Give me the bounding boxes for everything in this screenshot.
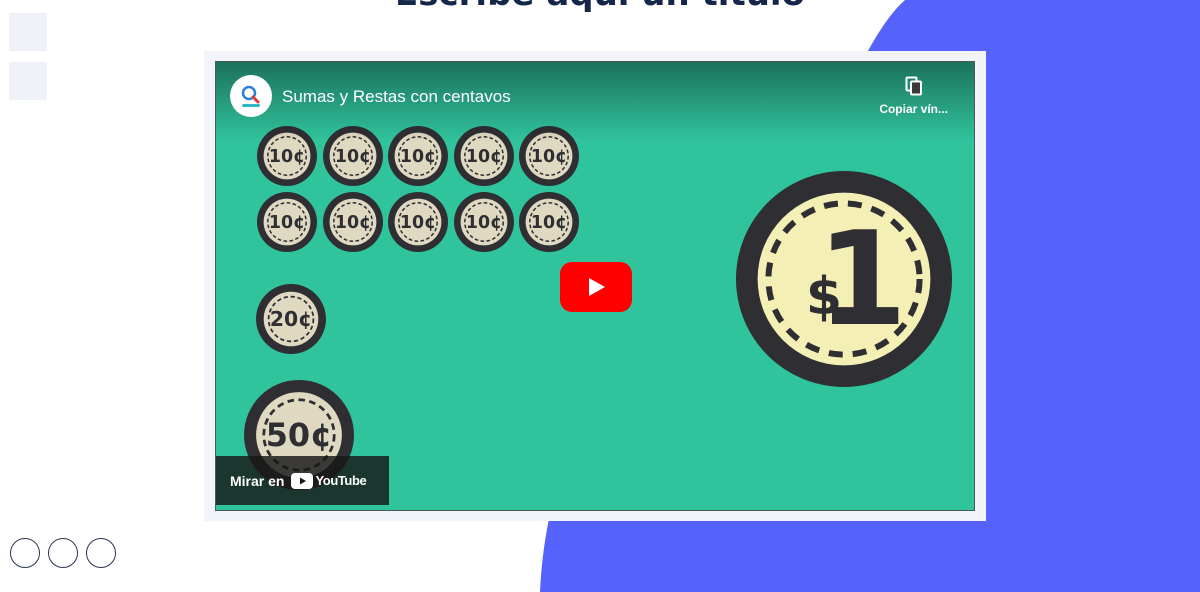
dollar-amount: 1	[817, 203, 907, 355]
coin-label: 10¢	[531, 147, 567, 167]
magnifier-icon	[235, 80, 267, 112]
youtube-play-icon	[291, 472, 314, 489]
ten-cent-coin: 10¢	[519, 192, 579, 252]
coin-label: 10¢	[335, 147, 371, 167]
video-embed-frame: 10¢ 10¢ 10¢ 10¢ 10¢ 10¢ 10¢ 10¢ 10¢ 10¢ 20¢ 50¢ $1 S…	[204, 51, 986, 521]
pagination-dot[interactable]	[10, 538, 40, 568]
watch-on-label: Mirar en	[230, 472, 285, 489]
coin-label: 10¢	[400, 147, 436, 167]
coin-label: 50¢	[266, 416, 333, 454]
coin-label: 10¢	[269, 147, 305, 167]
play-icon[interactable]	[560, 262, 632, 312]
watch-on-youtube-button[interactable]: Mirar en YouTube	[216, 456, 389, 505]
ten-cent-coin: 10¢	[454, 192, 514, 252]
copy-link-label: Copiar vín...	[879, 102, 948, 116]
ten-cent-coin: 10¢	[388, 192, 448, 252]
dollar-coin: $1	[736, 171, 952, 387]
side-placeholder-square	[9, 62, 47, 100]
video-player[interactable]: 10¢ 10¢ 10¢ 10¢ 10¢ 10¢ 10¢ 10¢ 10¢ 10¢ 20¢ 50¢ $1 S…	[215, 61, 975, 511]
coin-label: 10¢	[400, 213, 436, 233]
page-title: Escribe aquí un título	[0, 0, 1200, 14]
side-placeholder-square	[9, 13, 47, 51]
video-title[interactable]: Sumas y Restas con centavos	[282, 87, 511, 107]
channel-avatar[interactable]	[230, 75, 272, 117]
pagination-dot[interactable]	[86, 538, 116, 568]
coin-label: 10¢	[269, 213, 305, 233]
coin-label: 10¢	[466, 147, 502, 167]
coin-label: 10¢	[335, 213, 371, 233]
copy-link-button[interactable]: Copiar vín...	[879, 76, 948, 116]
twenty-cent-coin: 20¢	[256, 284, 326, 354]
ten-cent-coin: 10¢	[323, 192, 383, 252]
pagination-dot[interactable]	[48, 538, 78, 568]
ten-cent-coin: 10¢	[257, 192, 317, 252]
coin-label: 10¢	[531, 213, 567, 233]
coin-label: 20¢	[270, 307, 312, 331]
youtube-wordmark: YouTube	[315, 473, 367, 488]
pagination-dots	[10, 538, 116, 568]
youtube-logo: YouTube	[291, 472, 367, 489]
copy-icon	[905, 76, 922, 96]
coin-label: 10¢	[466, 213, 502, 233]
